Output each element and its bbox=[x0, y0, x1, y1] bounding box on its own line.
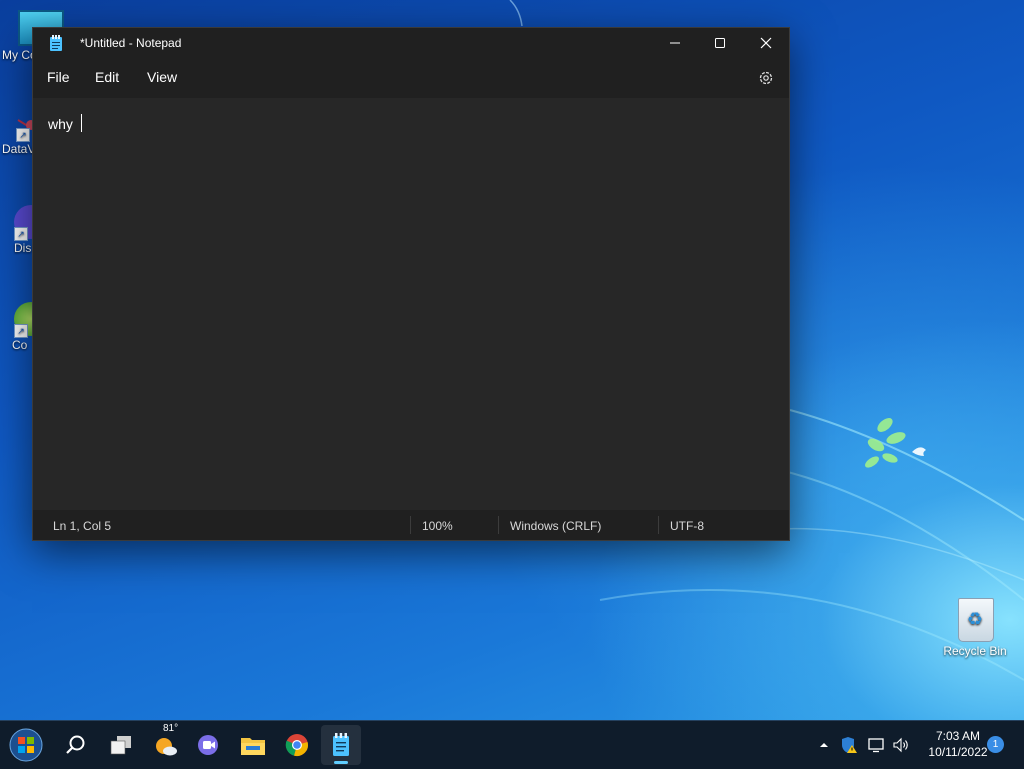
editor-content: why bbox=[48, 116, 73, 132]
status-line-ending: Windows (CRLF) bbox=[510, 519, 602, 533]
shortcut-arrow-icon: ↗ bbox=[14, 227, 28, 241]
search-button[interactable] bbox=[56, 725, 96, 765]
file-explorer-button[interactable] bbox=[233, 725, 273, 765]
weather-temperature: 81° bbox=[163, 723, 179, 734]
notepad-window: *Untitled - Notepad File Edit View why L… bbox=[32, 27, 790, 541]
status-divider bbox=[498, 516, 499, 534]
shortcut-arrow-icon: ↗ bbox=[14, 324, 28, 338]
active-indicator bbox=[334, 761, 348, 764]
status-divider bbox=[658, 516, 659, 534]
wallpaper-leaves bbox=[865, 418, 906, 468]
status-zoom: 100% bbox=[422, 519, 453, 533]
settings-gear-icon[interactable] bbox=[757, 69, 775, 87]
meet-icon bbox=[198, 735, 218, 755]
start-button[interactable] bbox=[6, 725, 46, 765]
text-caret bbox=[81, 114, 82, 132]
network-icon bbox=[868, 738, 884, 753]
menu-view[interactable]: View bbox=[147, 69, 177, 85]
task-view-icon bbox=[110, 736, 131, 755]
desktop-icon-recycle-bin[interactable]: ♻ Recycle Bin bbox=[940, 598, 1010, 658]
menu-bar: File Edit View bbox=[33, 59, 789, 97]
chrome-button[interactable] bbox=[277, 725, 317, 765]
close-button[interactable] bbox=[743, 28, 789, 58]
menu-file[interactable]: File bbox=[47, 69, 70, 85]
file-explorer-icon bbox=[241, 738, 265, 755]
chrome-icon bbox=[285, 734, 308, 756]
window-title: *Untitled - Notepad bbox=[80, 36, 182, 50]
clock-time: 7:03 AM bbox=[935, 729, 981, 743]
text-editor[interactable]: why bbox=[33, 98, 789, 510]
security-tray-button[interactable] bbox=[838, 721, 860, 769]
shortcut-arrow-icon: ↗ bbox=[16, 128, 30, 142]
search-icon bbox=[66, 735, 85, 754]
recycle-bin-icon: ♻ bbox=[958, 598, 994, 642]
taskbar: 81° 7:03 AM 10/11/2022 1 bbox=[0, 720, 1024, 769]
network-tray-button[interactable] bbox=[866, 721, 888, 769]
maximize-icon bbox=[715, 38, 725, 48]
minimize-icon bbox=[670, 42, 680, 44]
volume-tray-button[interactable] bbox=[890, 721, 912, 769]
taskbar-clock[interactable]: 7:03 AM 10/11/2022 bbox=[918, 728, 998, 760]
start-orb-icon bbox=[9, 728, 43, 762]
minimize-button[interactable] bbox=[652, 28, 698, 58]
show-hidden-icons-button[interactable] bbox=[816, 721, 832, 769]
weather-icon bbox=[156, 738, 177, 756]
notification-badge[interactable]: 1 bbox=[987, 736, 1004, 753]
notepad-icon bbox=[333, 733, 349, 756]
status-bar: Ln 1, Col 5 100% Windows (CRLF) UTF-8 bbox=[33, 510, 789, 540]
notepad-taskbar-button[interactable] bbox=[321, 725, 361, 765]
menu-edit[interactable]: Edit bbox=[95, 69, 119, 85]
task-view-button[interactable] bbox=[101, 725, 141, 765]
tray-chevron-icon bbox=[820, 743, 828, 747]
close-icon bbox=[760, 37, 772, 49]
volume-icon bbox=[893, 737, 908, 753]
security-icon bbox=[842, 737, 857, 753]
status-position: Ln 1, Col 5 bbox=[53, 519, 112, 533]
maximize-button[interactable] bbox=[697, 28, 743, 58]
meet-button[interactable] bbox=[188, 725, 228, 765]
notepad-icon bbox=[50, 35, 62, 51]
status-divider bbox=[410, 516, 411, 534]
clock-date: 10/11/2022 bbox=[928, 745, 988, 759]
title-bar[interactable]: *Untitled - Notepad bbox=[33, 28, 789, 58]
status-encoding: UTF-8 bbox=[670, 519, 704, 533]
